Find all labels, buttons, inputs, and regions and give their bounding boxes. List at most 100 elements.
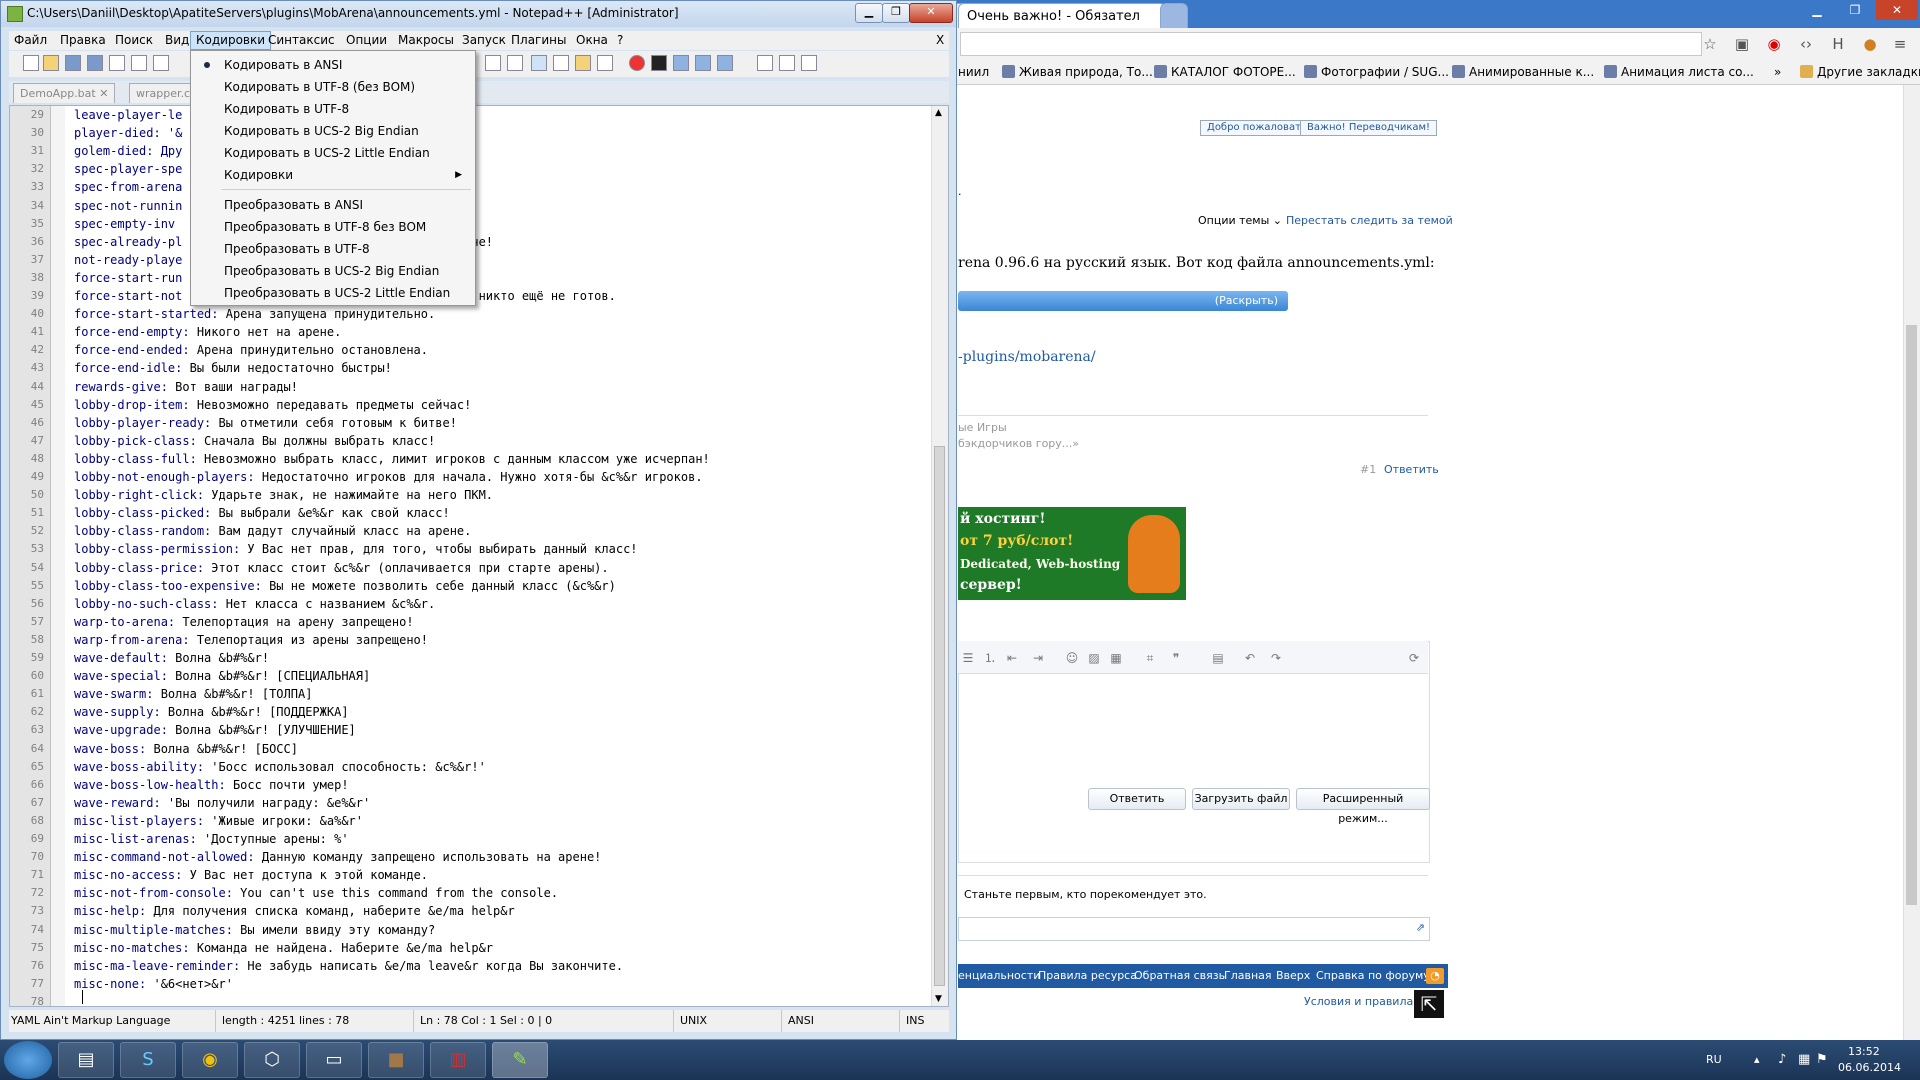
spell-check-icon[interactable] [757, 55, 773, 71]
menu-search[interactable]: Поиск [110, 31, 158, 50]
bookmark-item[interactable]: Живая природа, То... [1002, 63, 1153, 81]
indent-icon[interactable]: ⇥ [1030, 651, 1046, 665]
other-bookmarks[interactable]: Другие закладки [1800, 63, 1920, 81]
menu-file[interactable]: Файл [9, 31, 52, 50]
opera-icon[interactable]: ◉ [1764, 34, 1784, 54]
menu-help[interactable]: ? [612, 31, 628, 50]
scrollbar-thumb[interactable] [934, 446, 945, 986]
close-all-icon[interactable] [131, 55, 147, 71]
winrar-taskbar-icon[interactable]: ▥ [430, 1042, 486, 1078]
close-icon[interactable]: ✕ [99, 87, 108, 100]
external-link-icon[interactable]: ⇗ [1416, 921, 1425, 934]
spoiler-toggle[interactable]: (Раскрыть) [1215, 294, 1278, 307]
open-file-icon[interactable] [43, 55, 59, 71]
quick-nav-box[interactable]: ⇗ [958, 917, 1430, 941]
tab-translators[interactable]: Важно! Переводчикам! [1300, 120, 1438, 136]
footer-link[interactable]: Главная [1224, 964, 1272, 988]
hosting-banner[interactable]: й хостинг! от 7 руб/слот! Dedicated, Web… [958, 507, 1186, 600]
numbered-list-icon[interactable]: ⒈ [982, 651, 998, 665]
menu-plugins[interactable]: Плагины [506, 31, 571, 50]
bookmark-item[interactable]: КАТАЛОГ ФОТОРЕ... [1154, 63, 1296, 81]
stop-record-icon[interactable] [651, 55, 667, 71]
thread-options[interactable]: Опции темы ⌄ [1198, 214, 1282, 227]
browser-minimize-button[interactable]: ▁ [1800, 0, 1834, 20]
show-all-chars-icon[interactable] [507, 55, 523, 71]
browser-tab-active[interactable]: Очень важно! - Обязател [958, 3, 1166, 29]
tray-expand-icon[interactable]: ▴ [1754, 1053, 1760, 1066]
code-icon[interactable]: ‹› [1796, 34, 1816, 54]
scroll-up-icon[interactable]: ▲ [935, 108, 942, 118]
auto-spell-icon[interactable] [801, 55, 817, 71]
address-bar[interactable] [960, 32, 1702, 56]
start-button[interactable] [4, 1041, 52, 1079]
save-icon[interactable] [65, 55, 81, 71]
redo-icon[interactable]: ↷ [1268, 651, 1284, 665]
page-scrollbar[interactable] [1903, 85, 1920, 1040]
list-icon[interactable]: ☰ [960, 651, 976, 665]
virtualbox-taskbar-icon[interactable]: ⬡ [244, 1042, 300, 1078]
advanced-mode-button[interactable]: Расширенный режим... [1296, 788, 1430, 825]
scrollbar-thumb[interactable] [1906, 325, 1917, 905]
bookmarks-overflow-button[interactable]: » [1774, 63, 1781, 81]
encoding-menu-item[interactable]: Кодировать в UCS-2 Big Endian [194, 120, 472, 142]
terms-link[interactable]: Условия и правила [1304, 995, 1413, 1008]
quote-icon[interactable]: ❞ [1168, 651, 1184, 665]
image-icon[interactable]: ▨ [1086, 651, 1102, 665]
menu-macros[interactable]: Макросы [393, 31, 459, 50]
skype-taskbar-icon[interactable]: S [120, 1042, 176, 1078]
browser-maximize-button[interactable]: ❐ [1838, 0, 1872, 20]
media-icon[interactable]: ▦ [1108, 651, 1124, 665]
menu-edit[interactable]: Правка [55, 31, 111, 50]
scroll-down-icon[interactable]: ▼ [935, 994, 942, 1004]
chrome-taskbar-icon[interactable]: ◉ [182, 1042, 238, 1078]
encoding-menu-item[interactable]: Кодировать в ANSI [194, 54, 472, 76]
bookmark-item[interactable]: ниил [958, 63, 989, 81]
cookie-icon[interactable]: ● [1860, 34, 1880, 54]
wrap-icon[interactable] [485, 55, 501, 71]
print-icon[interactable] [153, 55, 169, 71]
clock-time[interactable]: 13:52 [1848, 1045, 1880, 1058]
save-macro-icon[interactable] [717, 55, 733, 71]
spell-check-options-icon[interactable] [779, 55, 795, 71]
bookmark-item[interactable]: Анимация листа со... [1604, 63, 1754, 81]
encoding-menu-item[interactable]: Преобразовать в UCS-2 Little Endian [194, 282, 472, 304]
function-list-icon[interactable] [597, 55, 613, 71]
volume-icon[interactable]: ♪ [1778, 1052, 1786, 1067]
rss-icon[interactable]: ◔ [1426, 968, 1444, 984]
record-macro-icon[interactable] [629, 55, 645, 71]
menu-options[interactable]: Опции [341, 31, 392, 50]
language-indicator[interactable]: RU [1706, 1053, 1722, 1066]
bookmark-item[interactable]: Фотографии / SUG... [1304, 63, 1449, 81]
run-macro-multiple-icon[interactable] [695, 55, 711, 71]
encoding-menu-item[interactable]: Кодировать в UCS-2 Little Endian [194, 142, 472, 164]
undo-icon[interactable]: ↶ [1242, 651, 1258, 665]
encoding-menu-item[interactable]: Кодировать в UTF-8 [194, 98, 472, 120]
doc-map-icon[interactable] [553, 55, 569, 71]
encoding-menu-item[interactable]: Кодировки ▶ [194, 164, 472, 186]
encoding-menu-item[interactable]: Преобразовать в ANSI [194, 194, 472, 216]
encoding-menu-item[interactable]: Преобразовать в UTF-8 [194, 238, 472, 260]
footer-link[interactable]: енциальности [958, 964, 1040, 988]
indent-guide-icon[interactable] [531, 55, 547, 71]
footer-link[interactable]: Правила ресурса [1038, 964, 1137, 988]
new-file-icon[interactable] [23, 55, 39, 71]
scroll-top-icon[interactable]: ⇱ [1414, 990, 1444, 1018]
menu-encoding[interactable]: Кодировки [190, 31, 272, 50]
title-bar[interactable]: C:\Users\Daniil\Desktop\ApatiteServers\p… [1, 1, 956, 27]
reply-editor[interactable] [958, 641, 1430, 863]
menu-run[interactable]: Запуск [457, 31, 511, 50]
spoiler-bar[interactable]: (Раскрыть) [958, 291, 1288, 311]
upload-file-button[interactable]: Загрузить файл [1192, 788, 1290, 810]
tab-demoapp[interactable]: DemoApp.bat ✕ [13, 83, 116, 103]
browser-close-button[interactable]: ✕ [1876, 0, 1918, 20]
encoding-menu-item[interactable]: Кодировать в UTF-8 (без BOM) [194, 76, 472, 98]
code-block-icon[interactable]: ⌗ [1142, 651, 1158, 665]
save-all-icon[interactable] [87, 55, 103, 71]
close-file-icon[interactable] [109, 55, 125, 71]
console-taskbar-icon[interactable]: ▭ [306, 1042, 362, 1078]
footer-link[interactable]: Обратная связь [1134, 964, 1225, 988]
save-icon[interactable]: ▤ [1210, 651, 1226, 665]
play-macro-icon[interactable] [673, 55, 689, 71]
smiley-icon[interactable]: ☺ [1064, 651, 1080, 665]
unwatch-thread-link[interactable]: Перестать следить за темой [1286, 214, 1453, 227]
